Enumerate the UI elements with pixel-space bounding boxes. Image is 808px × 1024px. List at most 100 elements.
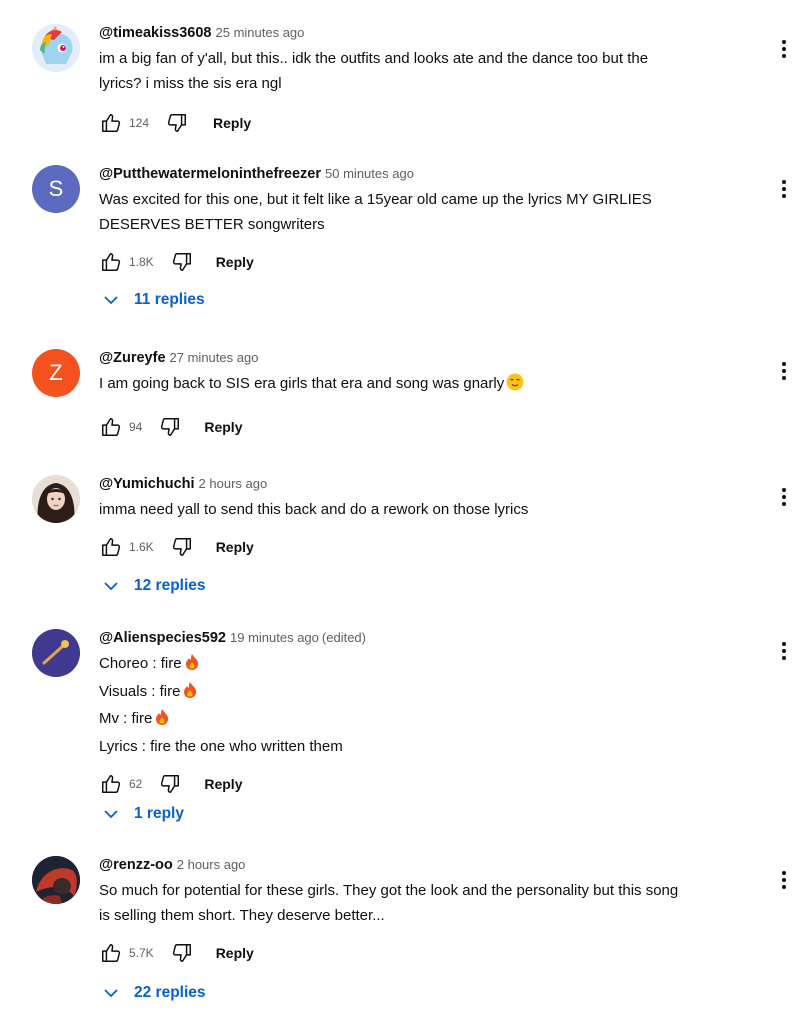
comment-timestamp[interactable]: 2 hours ago (199, 476, 268, 491)
chevron-down-icon (104, 582, 118, 591)
comment-text-line: is selling them short. They deserve bett… (99, 906, 385, 924)
chevron-down-icon (104, 296, 118, 305)
thumbs-up-icon[interactable] (99, 111, 123, 135)
comment-timestamp[interactable]: 2 hours ago (177, 857, 246, 872)
comment-timestamp[interactable]: 19 minutes ago (230, 630, 319, 645)
author-handle[interactable]: @Putthewatermelon­inthefreezer (99, 166, 321, 182)
author-handle[interactable]: @timeakiss3608 (99, 25, 212, 41)
comment-actions: 124 Reply (99, 110, 758, 136)
like-count: 62 (129, 777, 143, 791)
reply-button[interactable]: Reply (204, 776, 242, 792)
comment-header: @Putthewatermelon­inthefreezer 50 minutes… (99, 163, 758, 185)
avatar-letter: S (48, 176, 64, 201)
comment-text: I am going back to SIS era girls that er… (99, 372, 758, 400)
thumbs-down-icon[interactable] (170, 250, 194, 274)
comment-actions: 5.7K Reply (99, 940, 758, 966)
thumbs-down-icon[interactable] (170, 941, 194, 965)
comment-text-line: So much for potential for these girls. T… (99, 882, 679, 899)
comment-text-line: im a big fan of y'all, but this.. idk th… (99, 50, 649, 67)
author-handle[interactable]: @Alienspecies592 (99, 630, 226, 646)
comment-text-line: Choreo : fire (99, 652, 758, 680)
more-vert-icon[interactable] (774, 639, 794, 663)
pony-avatar-icon (32, 24, 80, 72)
comment-text-segment: Choreo : fire (99, 655, 182, 672)
thumbs-down-icon[interactable] (165, 111, 189, 135)
relieved-face-emoji (506, 373, 524, 400)
comment-text-segment: Mv : fire (99, 710, 153, 727)
comment-header: @Zureyfe 27 minutes ago (99, 347, 758, 369)
chevron-down-icon (104, 810, 118, 819)
comment-actions: 1.8K Reply (99, 249, 758, 275)
view-replies-button[interactable]: 12 replies (104, 577, 206, 595)
comment-timestamp[interactable]: 25 minutes ago (216, 25, 305, 40)
comment-text: So much for potential for these girls. T… (99, 879, 758, 928)
comment-actions: 1.6K Reply (99, 534, 758, 560)
comment-header: @timeakiss3608 25 minutes ago (99, 22, 758, 44)
thumbs-up-icon[interactable] (99, 941, 123, 965)
thumbs-up-icon[interactable] (99, 415, 123, 439)
comment-text-line: I am going back to SIS era girls that er… (99, 372, 758, 400)
replies-count: 1 reply (134, 805, 184, 822)
portrait-avatar-icon (32, 475, 80, 523)
author-handle[interactable]: @renzz-oo (99, 857, 173, 873)
more-vert-icon[interactable] (774, 359, 794, 383)
comment-timestamp[interactable]: 27 minutes ago (170, 350, 259, 365)
chevron-down-icon (104, 989, 118, 998)
reply-button[interactable]: Reply (204, 419, 242, 435)
avatar[interactable]: S (32, 165, 80, 213)
thumbs-up-icon[interactable] (99, 772, 123, 796)
comment-text-line: Was excited for this one, but it felt li… (99, 191, 652, 208)
comment-text: Choreo : fire Visuals : fire Mv : fire L… (99, 652, 758, 759)
avatar[interactable] (32, 475, 80, 523)
comment-text: im a big fan of y'all, but this.. idk th… (99, 47, 758, 96)
comment-timestamp[interactable]: 50 minutes ago (325, 166, 414, 181)
comment-text-segment: I am going back to SIS era girls that er… (99, 375, 505, 392)
comment-text: imma need yall to send this back and do … (99, 498, 758, 523)
avatar[interactable]: Z (32, 349, 80, 397)
comment-text-line: Mv : fire (99, 707, 758, 735)
fire-emoji (154, 708, 170, 735)
more-vert-icon[interactable] (774, 868, 794, 892)
replies-count: 12 replies (134, 577, 206, 594)
like-count: 1.6K (129, 539, 154, 554)
comment-body: @timeakiss3608 25 minutes ago im a big fa… (99, 22, 758, 136)
more-vert-icon[interactable] (774, 177, 794, 201)
avatar[interactable] (32, 856, 80, 904)
comment-text-line: lyrics? i miss the sis era ngl (99, 74, 282, 92)
edited-label: (edited) (321, 630, 366, 645)
avatar-letter: Z (49, 360, 63, 385)
comment-header: @Alienspecies592 19 minutes ago (edited) (99, 627, 758, 649)
comment-body: @Putthewatermelon­inthefreezer 50 minutes… (99, 163, 758, 275)
red-hair-avatar-icon (32, 856, 80, 904)
author-handle[interactable]: @Yumichuchi (99, 476, 195, 492)
comment-header: @Yumichuchi 2 hours ago (99, 473, 758, 495)
avatar[interactable] (32, 24, 80, 72)
like-count: 124 (129, 116, 150, 130)
thumbs-up-icon[interactable] (99, 535, 123, 559)
thumbs-down-icon[interactable] (158, 772, 182, 796)
reply-button[interactable]: Reply (213, 115, 251, 131)
replies-count: 22 replies (134, 984, 206, 1001)
comment-body: @Zureyfe 27 minutes ago I am going back t… (99, 347, 758, 440)
reply-button[interactable]: Reply (216, 945, 254, 961)
comment-text: Was excited for this one, but it felt li… (99, 188, 758, 237)
thumbs-up-icon[interactable] (99, 250, 123, 274)
view-replies-button[interactable]: 11 replies (104, 291, 205, 309)
comment-text-segment: Visuals : fire (99, 682, 181, 700)
fire-emoji (182, 681, 198, 708)
comment-actions: 94 Reply (99, 414, 758, 440)
fire-emoji (184, 653, 200, 680)
wand-avatar-icon (32, 629, 80, 677)
like-count: 5.7K (129, 946, 154, 960)
view-replies-button[interactable]: 1 reply (104, 805, 184, 823)
avatar[interactable] (32, 629, 80, 677)
reply-button[interactable]: Reply (216, 539, 254, 555)
thumbs-down-icon[interactable] (170, 535, 194, 559)
thumbs-down-icon[interactable] (158, 415, 182, 439)
view-replies-button[interactable]: 22 replies (104, 984, 206, 1002)
reply-button[interactable]: Reply (216, 254, 254, 270)
more-vert-icon[interactable] (774, 485, 794, 509)
more-vert-icon[interactable] (774, 37, 794, 61)
comment-actions: 62 Reply (99, 771, 758, 797)
author-handle[interactable]: @Zureyfe (99, 350, 166, 366)
